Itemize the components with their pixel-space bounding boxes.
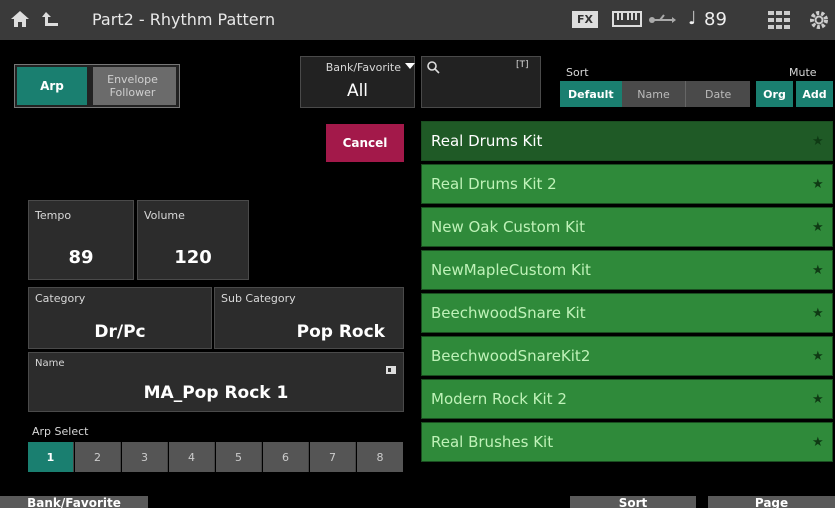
sort-name-button[interactable]: Name xyxy=(622,81,687,107)
list-item[interactable]: BeechwoodSnareKit2 ★ xyxy=(421,336,833,376)
grid-icon[interactable] xyxy=(768,11,790,33)
arp-select-button-4[interactable]: 4 xyxy=(169,442,215,472)
sort-label: Sort xyxy=(566,66,589,79)
favorite-star-icon[interactable]: ★ xyxy=(812,263,832,278)
sort-tabs: Default Name Date xyxy=(560,81,750,107)
name-field[interactable]: Name MA_Pop Rock 1 xyxy=(28,352,404,412)
favorite-star-icon[interactable]: ★ xyxy=(812,134,832,149)
list-item-label: Real Drums Kit 2 xyxy=(431,175,557,193)
list-item[interactable]: NewMapleCustom Kit ★ xyxy=(421,250,833,290)
list-item-label: New Oak Custom Kit xyxy=(431,218,586,236)
envelope-follower-button[interactable]: Envelope Follower xyxy=(93,67,176,105)
list-item-label: Modern Rock Kit 2 xyxy=(431,390,567,408)
favorite-star-icon[interactable]: ★ xyxy=(812,349,832,364)
arp-select-button-5[interactable]: 5 xyxy=(216,442,262,472)
arp-select-button-7[interactable]: 7 xyxy=(310,442,356,472)
search-input[interactable]: [T] xyxy=(421,56,541,108)
bank-favorite-bottom-button[interactable]: Bank/Favorite xyxy=(0,496,148,508)
top-bar: Part2 - Rhythm Pattern FX ♩ 89 xyxy=(0,0,835,40)
usb-icon xyxy=(648,12,676,32)
favorite-star-icon[interactable]: ★ xyxy=(812,177,832,192)
arp-select-button-6[interactable]: 6 xyxy=(263,442,309,472)
mute-org-button[interactable]: Org xyxy=(756,81,793,107)
category-value: Dr/Pc xyxy=(94,322,146,342)
name-value: MA_Pop Rock 1 xyxy=(143,383,289,403)
cancel-button[interactable]: Cancel xyxy=(326,124,404,162)
list-item[interactable]: Real Brushes Kit ★ xyxy=(421,422,833,462)
sub-category-field[interactable]: Sub Category Pop Rock xyxy=(214,287,404,349)
favorite-star-icon[interactable]: ★ xyxy=(812,435,832,450)
volume-field[interactable]: Volume 120 xyxy=(137,200,249,280)
mute-label: Mute xyxy=(789,66,817,79)
sub-category-label: Sub Category xyxy=(221,292,296,305)
list-item[interactable]: New Oak Custom Kit ★ xyxy=(421,207,833,247)
tempo-field[interactable]: Tempo 89 xyxy=(28,200,134,280)
volume-label: Volume xyxy=(144,209,185,222)
list-item-label: BeechwoodSnareKit2 xyxy=(431,347,591,365)
category-label: Category xyxy=(35,292,86,305)
list-item-label: NewMapleCustom Kit xyxy=(431,261,591,279)
arp-select-button-3[interactable]: 3 xyxy=(122,442,168,472)
rename-icon[interactable] xyxy=(386,359,396,378)
arp-select-button-2[interactable]: 2 xyxy=(75,442,121,472)
bank-favorite-selector[interactable]: Bank/Favorite All xyxy=(300,56,415,108)
category-field[interactable]: Category Dr/Pc xyxy=(28,287,212,349)
arp-button[interactable]: Arp xyxy=(17,67,87,105)
list-item[interactable]: Real Drums Kit ★ xyxy=(421,121,833,161)
list-item[interactable]: BeechwoodSnare Kit ★ xyxy=(421,293,833,333)
sort-date-button[interactable]: Date xyxy=(686,81,750,107)
page-bottom-button[interactable]: Page xyxy=(708,496,835,508)
sort-default-button[interactable]: Default xyxy=(560,81,622,107)
list-item[interactable]: Real Drums Kit 2 ★ xyxy=(421,164,833,204)
arp-select-button-1[interactable]: 1 xyxy=(28,442,74,472)
sort-bottom-button[interactable]: Sort xyxy=(570,496,696,508)
dropdown-arrow-icon xyxy=(405,63,415,69)
list-item-label: BeechwoodSnare Kit xyxy=(431,304,586,322)
list-item[interactable]: Modern Rock Kit 2 ★ xyxy=(421,379,833,419)
back-icon[interactable] xyxy=(40,9,62,34)
search-icon xyxy=(426,59,440,78)
keyboard-icon xyxy=(612,10,642,32)
tempo-display: 89 xyxy=(704,9,727,30)
arp-select-label: Arp Select xyxy=(32,425,89,438)
favorite-star-icon[interactable]: ★ xyxy=(812,220,832,235)
favorite-star-icon[interactable]: ★ xyxy=(812,306,832,321)
list-item-label: Real Drums Kit xyxy=(431,132,543,150)
text-keyboard-indicator: [T] xyxy=(516,60,529,70)
tempo-value: 89 xyxy=(68,247,94,268)
fx-indicator: FX xyxy=(572,11,598,28)
name-label: Name xyxy=(35,358,65,369)
mute-add-button[interactable]: Add xyxy=(796,81,833,107)
sub-category-value: Pop Rock xyxy=(296,322,385,342)
favorite-star-icon[interactable]: ★ xyxy=(812,392,832,407)
list-item-label: Real Brushes Kit xyxy=(431,433,554,451)
settings-gear-icon[interactable] xyxy=(808,9,830,35)
arp-select-button-8[interactable]: 8 xyxy=(357,442,403,472)
page-title: Part2 - Rhythm Pattern xyxy=(92,10,276,29)
bank-favorite-label: Bank/Favorite xyxy=(325,61,401,74)
tempo-label: Tempo xyxy=(35,209,72,222)
bank-favorite-value: All xyxy=(346,81,369,101)
tempo-note-icon: ♩ xyxy=(688,8,697,29)
volume-value: 120 xyxy=(174,247,212,268)
home-icon[interactable] xyxy=(10,9,30,34)
